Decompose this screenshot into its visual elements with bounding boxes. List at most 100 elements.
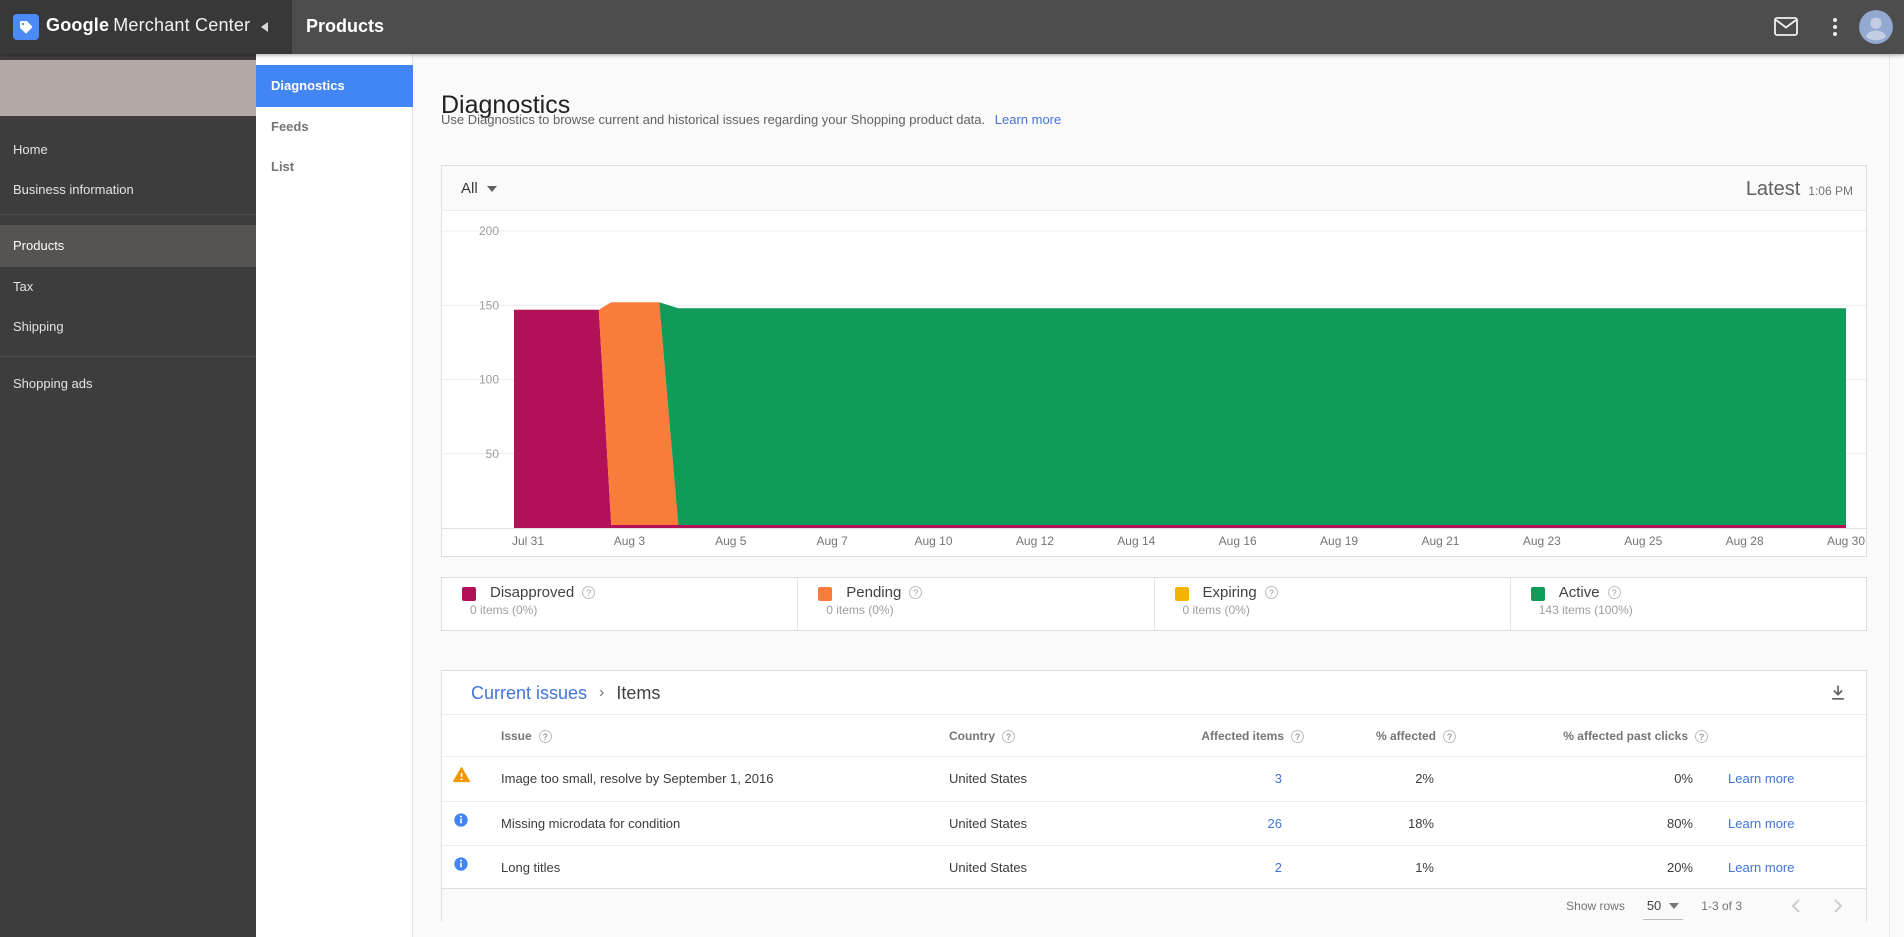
sidebar-item-products[interactable]: Products	[0, 225, 256, 267]
rows-per-page-select[interactable]: 50	[1643, 898, 1683, 920]
pct-affected: 1%	[1282, 846, 1434, 890]
svg-text:Aug 16: Aug 16	[1219, 534, 1257, 548]
help-icon[interactable]: ?	[1608, 586, 1621, 599]
app-bar: GoogleMerchant Center Products	[0, 0, 1904, 54]
svg-text:Aug 19: Aug 19	[1320, 534, 1358, 548]
brand-title: GoogleMerchant Center	[46, 15, 250, 36]
help-icon[interactable]: ?	[1002, 730, 1015, 743]
legend-count: 0 items (0%)	[1183, 603, 1250, 617]
issue-country: United States	[949, 757, 1027, 801]
show-rows-label: Show rows	[1566, 899, 1625, 913]
breadcrumb: Current issues › Items	[471, 671, 660, 715]
pagination-range: 1-3 of 3	[1701, 899, 1742, 913]
help-icon[interactable]: ?	[582, 586, 595, 599]
chart-filter-value: All	[461, 180, 478, 197]
issue-title: Image too small, resolve by September 1,…	[501, 757, 773, 801]
svg-text:Aug 12: Aug 12	[1016, 534, 1054, 548]
subnav-item-diagnostics[interactable]: Diagnostics	[256, 65, 413, 107]
legend-disapproved[interactable]: Disapproved? 0 items (0%)	[442, 578, 797, 630]
col-pct-affected: % affected	[1376, 729, 1436, 743]
status-chart-card: All Latest 1:06 PM 20015010050Jul 31Aug …	[441, 165, 1867, 557]
issue-row: Image too small, resolve by September 1,…	[442, 757, 1866, 801]
pct-affected-past-clicks: 80%	[1542, 802, 1693, 846]
sidebar-item-shopping-ads[interactable]: Shopping ads	[0, 364, 256, 404]
issues-header: Current issues › Items	[442, 671, 1866, 715]
issues-table-header: Issue? Country? Affected items? % affect…	[442, 715, 1866, 757]
learn-more-link[interactable]: Learn more	[1728, 816, 1794, 831]
chart-toolbar: All Latest 1:06 PM	[442, 166, 1866, 211]
user-avatar[interactable]	[1859, 10, 1893, 44]
svg-text:Aug 7: Aug 7	[816, 534, 848, 548]
page-scrollbar[interactable]	[1889, 54, 1904, 937]
main-content: Diagnostics Use Diagnostics to browse cu…	[413, 54, 1904, 937]
legend-active[interactable]: Active? 143 items (100%)	[1510, 578, 1866, 630]
pending-swatch-icon	[818, 587, 832, 601]
legend-expiring[interactable]: Expiring? 0 items (0%)	[1154, 578, 1510, 630]
latest-label: Latest	[1746, 178, 1800, 201]
merchant-center-logo-icon[interactable]	[13, 14, 39, 40]
legend-count: 0 items (0%)	[826, 603, 893, 617]
legend-count: 0 items (0%)	[470, 603, 537, 617]
active-swatch-icon	[1531, 587, 1545, 601]
primary-sidebar: Home Business information Products Tax S…	[0, 54, 256, 937]
issue-country: United States	[949, 802, 1027, 846]
svg-text:Aug 3: Aug 3	[614, 534, 646, 548]
chevron-right-icon[interactable]	[1826, 894, 1850, 918]
more-vert-icon[interactable]	[1829, 15, 1841, 39]
affected-items-link[interactable]: 2	[1275, 860, 1282, 875]
affected-items-link[interactable]: 26	[1268, 816, 1282, 831]
svg-text:Aug 21: Aug 21	[1421, 534, 1459, 548]
issue-title: Missing microdata for condition	[501, 802, 680, 846]
subnav-item-feeds[interactable]: Feeds	[256, 107, 413, 147]
chevron-left-icon[interactable]	[1784, 894, 1808, 918]
download-icon[interactable]	[1828, 683, 1848, 703]
sidebar-item-home[interactable]: Home	[0, 130, 256, 170]
legend-pending[interactable]: Pending? 0 items (0%)	[797, 578, 1153, 630]
svg-text:Jul 31: Jul 31	[512, 534, 544, 548]
current-issues-card: Current issues › Items Issue? Country? A…	[441, 670, 1867, 922]
help-icon[interactable]: ?	[909, 586, 922, 599]
collapse-sidebar-icon[interactable]	[258, 20, 272, 34]
disapproved-swatch-icon	[462, 587, 476, 601]
svg-text:Aug 10: Aug 10	[915, 534, 953, 548]
page-description: Use Diagnostics to browse current and hi…	[441, 112, 1061, 127]
svg-text:200: 200	[479, 224, 499, 238]
help-icon[interactable]: ?	[1443, 730, 1456, 743]
sidebar-item-business-information[interactable]: Business information	[0, 170, 256, 210]
products-subnav: Diagnostics Feeds List	[256, 54, 413, 937]
svg-text:Aug 5: Aug 5	[715, 534, 747, 548]
learn-more-link[interactable]: Learn more	[1728, 771, 1794, 786]
col-country: Country	[949, 729, 995, 743]
svg-text:Aug 23: Aug 23	[1523, 534, 1561, 548]
legend-label: Expiring	[1203, 584, 1257, 601]
sidebar-item-shipping[interactable]: Shipping	[0, 307, 256, 347]
breadcrumb-current-issues-link[interactable]: Current issues	[471, 683, 587, 704]
merchant-center-diagnostics-page: GoogleMerchant Center Products Home Busi…	[0, 0, 1904, 937]
pct-affected: 2%	[1282, 757, 1434, 801]
rows-per-page-value: 50	[1647, 898, 1661, 913]
legend-label: Active	[1559, 584, 1600, 601]
warning-icon	[453, 757, 471, 801]
chart-filter-dropdown[interactable]: All	[461, 166, 497, 211]
mail-icon[interactable]	[1774, 17, 1800, 37]
legend-label: Pending	[846, 584, 901, 601]
help-icon[interactable]: ?	[1695, 730, 1708, 743]
svg-text:Aug 28: Aug 28	[1726, 534, 1764, 548]
col-issue: Issue	[501, 729, 532, 743]
table-footer: Show rows 50 1-3 of 3	[442, 888, 1866, 923]
learn-more-link[interactable]: Learn more	[1728, 860, 1794, 875]
affected-items-link[interactable]: 3	[1275, 771, 1282, 786]
help-icon[interactable]: ?	[1265, 586, 1278, 599]
help-icon[interactable]: ?	[539, 730, 552, 743]
svg-text:100: 100	[479, 373, 499, 387]
legend-label: Disapproved	[490, 584, 574, 601]
svg-text:50: 50	[486, 447, 500, 461]
status-area-chart: 20015010050Jul 31Aug 3Aug 5Aug 7Aug 10Au…	[442, 211, 1866, 556]
info-icon	[453, 802, 471, 846]
breadcrumb-separator: ›	[599, 684, 604, 702]
latest-time: 1:06 PM	[1808, 184, 1853, 198]
subnav-item-list[interactable]: List	[256, 147, 413, 187]
svg-text:Aug 25: Aug 25	[1624, 534, 1662, 548]
sidebar-item-tax[interactable]: Tax	[0, 267, 256, 307]
learn-more-link[interactable]: Learn more	[995, 112, 1061, 127]
